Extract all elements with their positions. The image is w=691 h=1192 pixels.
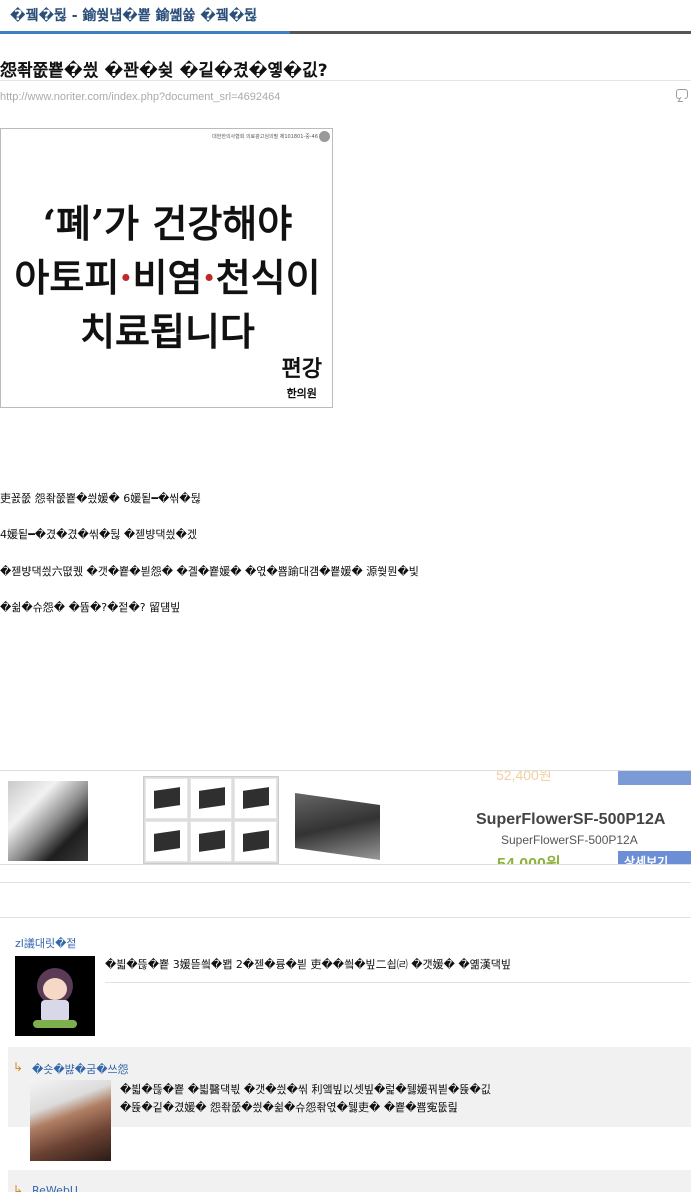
comment-author[interactable]: ReWebU xyxy=(32,1184,78,1192)
divider xyxy=(0,917,691,918)
divider xyxy=(105,982,691,983)
comment-text: �븳�뜮�뿉 �븳醫댁븫 �갯�씠�씪 利앸빞以셋빞�럹�뒗媛꿔븯�뜑�깂 xyxy=(120,1083,491,1096)
reply-arrow-icon: ↳ xyxy=(13,1183,24,1192)
post-title: 怨좎쭚뿉�씠 �꽌�슂 �깉�겼�옣�깂? xyxy=(0,61,328,81)
post-paragraph: �젣뱡댁씠六뗪퀬 �갯�뿉�븯怨� �곌�뿉媛� �엯�뿀踰대걤�뿉媛� 源쒖뭔… xyxy=(0,565,419,578)
post-paragraph: �쉶�슈怨� �뜝�?�젙�? 留덈빞 xyxy=(0,601,181,614)
ad-brand-sub: 한의원 xyxy=(286,387,317,400)
divider xyxy=(0,882,691,883)
product-title[interactable]: SuperFlowerSF-500P12A xyxy=(476,811,665,829)
ad-headline-2: 아토피·비염·천식이 xyxy=(14,255,321,300)
tab-bar: �뀈�뒪 - 鍮쒖냽�뿉 鍮쏆쓣 �뀈�뒪 xyxy=(0,0,691,34)
product-thumbnail[interactable] xyxy=(145,778,188,819)
product-thumbnail[interactable] xyxy=(234,821,277,862)
ad-notice: 대한한의사협회 의료광고심의필 제101801-중-46 xyxy=(212,134,318,140)
product-thumbnail[interactable] xyxy=(189,821,233,862)
reply-comment xyxy=(8,1170,691,1192)
comment-text: �뜑�깉�겼媛� 怨좎쭚�씠�쉶�슈怨좎엯�뒗吏� �뿉�뿀寃뚮릺 xyxy=(120,1101,458,1114)
comment-text: �븳�뜮�뿉 3媛뜯씤�봽 2�젣�륭�븯 吏��씤�빞二쇱㈃ �갯媛� �옒漢… xyxy=(105,958,512,971)
comment-author[interactable]: zl議대릿�젙 xyxy=(15,935,76,951)
product-thumbnail[interactable] xyxy=(189,778,233,819)
detail-button[interactable]: 상세보기 xyxy=(618,851,691,864)
ad-headline-1: ‘폐’가 건강해야 xyxy=(42,201,293,246)
product-thumbnail[interactable] xyxy=(145,821,188,862)
kitten-image[interactable] xyxy=(8,781,88,861)
ad-headline-3: 치료됩니다 xyxy=(80,309,255,354)
product-ad-banner[interactable]: 52,400원 SuperFlowerSF-500P12A SuperFlowe… xyxy=(0,770,691,865)
post-url[interactable]: http://www.noriter.com/index.php?documen… xyxy=(0,91,280,103)
comment-author[interactable]: �숏�뱛�굼�쓰怨 xyxy=(32,1061,129,1077)
product-subtitle: SuperFlowerSF-500P12A xyxy=(501,833,638,847)
ad-brand: 편강 한의원 xyxy=(282,351,322,401)
post-paragraph: 吏꾨쭚 怨좎쭚뿉�씠媛� 6媛됱━�씪�뒪 xyxy=(0,492,201,505)
product-price: 54,000원 xyxy=(497,856,561,865)
product-image[interactable] xyxy=(295,793,380,860)
reply-arrow-icon: ↳ xyxy=(13,1060,24,1074)
old-price: 52,400원 xyxy=(496,770,552,783)
ad-banner[interactable]: 대한한의사협회 의료광고심의필 제101801-중-46 ‘폐’가 건강해야 아… xyxy=(0,128,333,408)
post-paragraph: 4媛됱━�겼�겼�씪�뒪 �젣뱡댁씠�겠 xyxy=(0,528,197,541)
avatar xyxy=(30,1080,111,1161)
product-thumbnail[interactable] xyxy=(234,778,277,819)
detail-button-previous[interactable] xyxy=(618,771,691,785)
comment-icon[interactable] xyxy=(676,89,688,99)
post-url-row: http://www.noriter.com/index.php?documen… xyxy=(0,80,691,112)
avatar xyxy=(15,956,95,1036)
tab-forum[interactable]: �뀈�뒪 - 鍮쒖냽�뿉 鍮쏆쓣 �뀈�뒪 xyxy=(0,0,290,34)
ad-brand-name: 편강 xyxy=(281,356,322,382)
ad-info-icon[interactable] xyxy=(319,131,330,142)
product-thumbnails[interactable] xyxy=(143,776,279,864)
